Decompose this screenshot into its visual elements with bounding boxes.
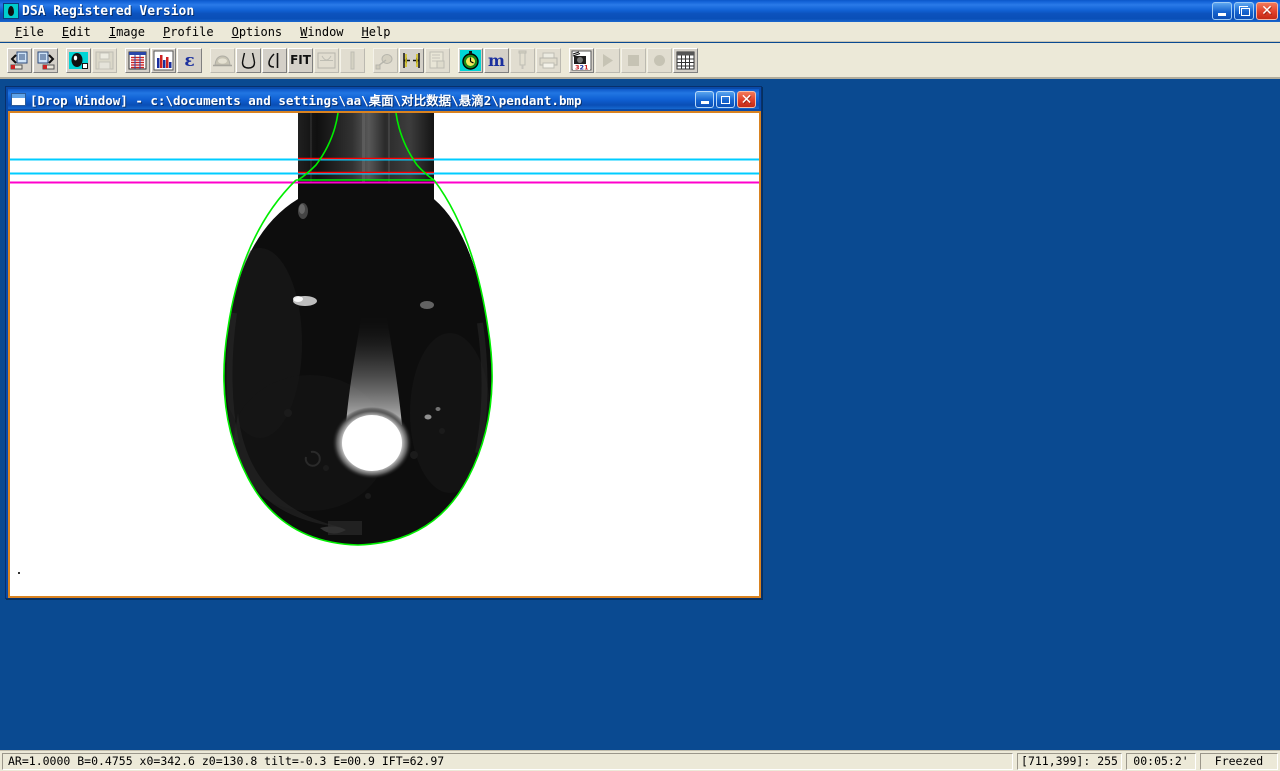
drop-window-close-button[interactable]: ✕ (737, 91, 756, 108)
drop-window[interactable]: [Drop Window] - c:\documents and setting… (5, 86, 762, 599)
drop-window-title-bar: [Drop Window] - c:\documents and setting… (8, 89, 759, 109)
restore-button[interactable] (1234, 2, 1254, 20)
menu-label-profile: rofile (170, 25, 213, 39)
menu-item-file[interactable]: File (6, 24, 53, 40)
svg-text:ε: ε (184, 51, 194, 71)
document-window-icon (11, 93, 26, 106)
sessile-drop-icon[interactable] (210, 48, 235, 73)
close-button[interactable]: ✕ (1256, 2, 1278, 20)
drop-capture-icon[interactable] (66, 48, 91, 73)
svg-text:1: 1 (584, 63, 589, 71)
width-measure-icon[interactable] (399, 48, 424, 73)
app-title: DSA Registered Version (22, 4, 194, 19)
menu-label-options: ptions (239, 25, 282, 39)
stop-icon[interactable] (621, 48, 646, 73)
menu-item-image[interactable]: Image (100, 24, 154, 40)
menu-item-profile[interactable]: Profile (154, 24, 223, 40)
menu-item-window[interactable]: Window (291, 24, 352, 40)
application-window: DSA Registered Version ✕ File Edit Image… (0, 0, 1280, 771)
report-icon[interactable] (425, 48, 450, 73)
main-title-bar: DSA Registered Version ✕ (0, 0, 1280, 22)
fit-label: FIT (290, 53, 311, 67)
status-cursor-readout: [711,399]: 255 (1017, 753, 1122, 770)
play-icon[interactable] (595, 48, 620, 73)
pendant-drop-icon[interactable] (236, 48, 261, 73)
status-measurements: AR=1.0000 B=0.4755 x0=342.6 z0=130.8 til… (2, 753, 1013, 770)
menu-label-image: mage (116, 25, 145, 39)
canvas-marker-dot (18, 572, 20, 574)
grid-icon[interactable] (673, 48, 698, 73)
status-state: Freezed (1200, 753, 1278, 770)
open-image-icon[interactable] (7, 48, 32, 73)
menu-item-edit[interactable]: Edit (53, 24, 100, 40)
table-data-icon[interactable] (125, 48, 150, 73)
needle-icon[interactable] (373, 48, 398, 73)
sequence-capture-icon[interactable]: 3 2 1 (569, 48, 594, 73)
syringe-icon[interactable] (510, 48, 535, 73)
menu-label-file: ile (22, 25, 44, 39)
record-icon[interactable] (647, 48, 672, 73)
epsilon-icon[interactable]: ε (177, 48, 202, 73)
drop-window-controls: ✕ (695, 91, 756, 108)
toolbar: ε FIT (0, 43, 1280, 79)
status-bar: AR=1.0000 B=0.4755 x0=342.6 z0=130.8 til… (0, 750, 1280, 771)
milli-unit-icon[interactable]: m (484, 48, 509, 73)
menu-label-edit: dit (69, 25, 91, 39)
menu-bar: File Edit Image Profile Options Window H… (0, 22, 1280, 42)
menu-item-help[interactable]: Help (353, 24, 400, 40)
svg-text:m: m (488, 51, 505, 70)
frame-fit-icon[interactable] (314, 48, 339, 73)
bar-chart-icon[interactable] (151, 48, 176, 73)
drop-icon (3, 3, 19, 19)
drop-window-maximize-button[interactable] (716, 91, 735, 108)
print-icon[interactable] (536, 48, 561, 73)
menu-label-help: elp (369, 25, 391, 39)
minimize-button[interactable] (1212, 2, 1232, 20)
ruler-icon[interactable] (340, 48, 365, 73)
status-timer: 00:05:2' (1126, 753, 1196, 770)
drop-window-title: [Drop Window] - c:\documents and setting… (30, 90, 582, 109)
fit-icon[interactable]: FIT (288, 48, 313, 73)
menu-item-options[interactable]: Options (223, 24, 292, 40)
menu-label-window: indow (307, 25, 343, 39)
image-canvas-frame (8, 111, 761, 598)
pendant-drop-image (10, 113, 759, 596)
window-controls: ✕ (1212, 2, 1278, 20)
stopwatch-icon[interactable] (458, 48, 483, 73)
save-image-icon[interactable] (33, 48, 58, 73)
half-drop-icon[interactable] (262, 48, 287, 73)
image-canvas-border (8, 111, 761, 598)
drop-image-canvas[interactable] (10, 113, 759, 596)
drop-window-minimize-button[interactable] (695, 91, 714, 108)
save-disk-icon[interactable] (92, 48, 117, 73)
